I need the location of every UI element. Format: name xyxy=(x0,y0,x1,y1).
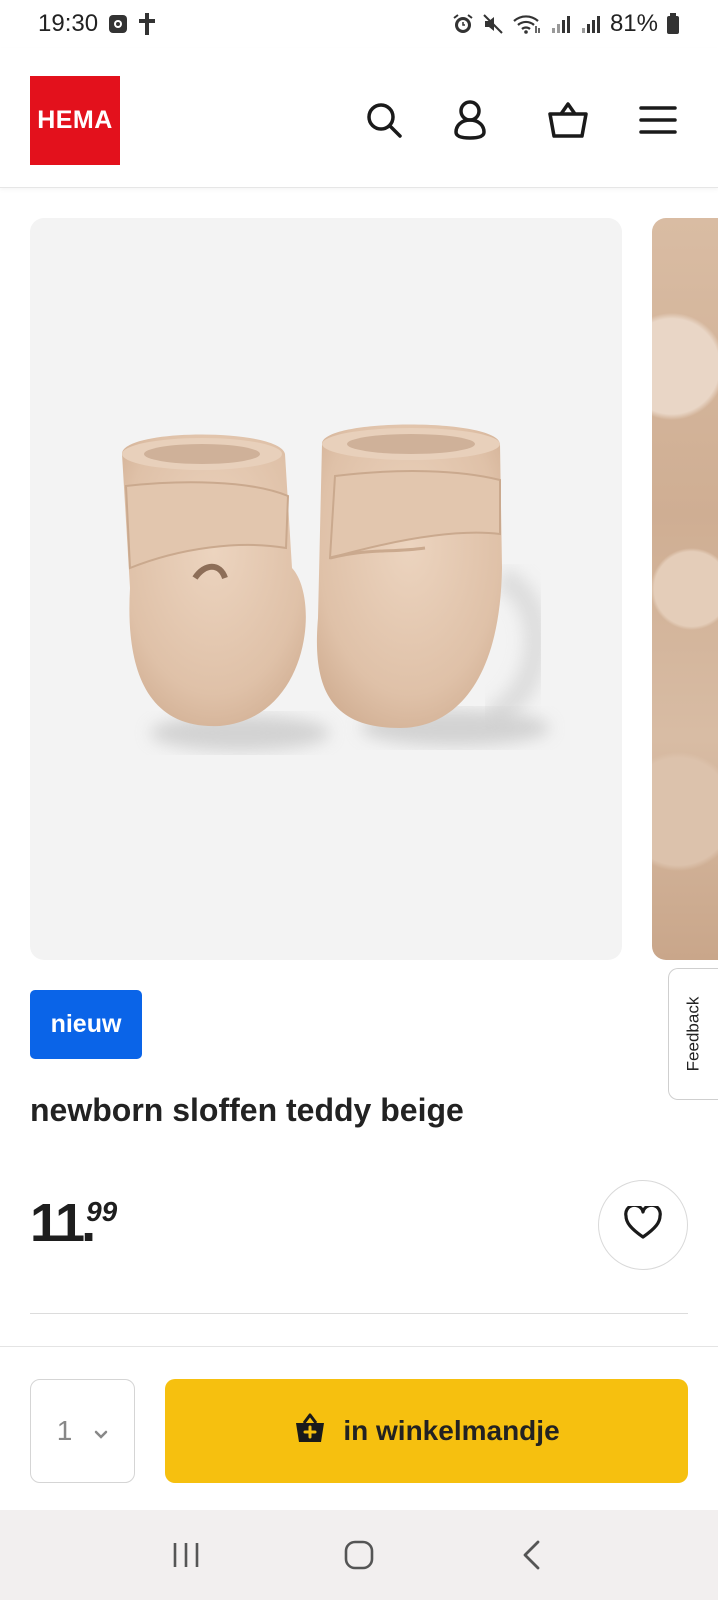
quantity-value: 1 xyxy=(56,1415,73,1446)
new-badge: nieuw xyxy=(30,990,142,1059)
next-product-image[interactable] xyxy=(652,218,718,960)
buy-bar: 1 in winkelmandje xyxy=(0,1346,718,1510)
product-price: 11 . 99 xyxy=(30,1196,117,1250)
signal-icon xyxy=(550,14,572,34)
menu-icon[interactable] xyxy=(636,98,680,142)
chevron-down-icon xyxy=(94,1415,108,1447)
cross-icon xyxy=(138,12,156,36)
status-time: 19:30 xyxy=(38,10,99,37)
site-header: HEMA xyxy=(0,48,718,188)
back-icon[interactable] xyxy=(502,1525,562,1585)
status-right: 81% xyxy=(452,10,680,38)
battery-percent: 81% xyxy=(609,10,658,37)
search-icon[interactable] xyxy=(362,98,406,142)
account-icon[interactable] xyxy=(448,98,492,142)
recent-apps-icon[interactable] xyxy=(156,1525,216,1585)
add-to-cart-label: in winkelmandje xyxy=(343,1415,560,1446)
logo-text: HEMA xyxy=(37,106,113,134)
feedback-label: Feedback xyxy=(683,996,703,1072)
basket-icon[interactable] xyxy=(546,98,590,142)
add-to-cart-button[interactable]: in winkelmandje xyxy=(165,1379,688,1483)
status-left: 19:30 xyxy=(38,10,156,38)
hema-logo[interactable]: HEMA xyxy=(30,76,120,165)
alarm-icon xyxy=(452,13,474,35)
divider xyxy=(30,1313,688,1314)
status-bar: 19:30 81% xyxy=(0,0,718,48)
battery-icon xyxy=(666,13,680,35)
product-title: newborn sloffen teddy beige xyxy=(30,1092,464,1128)
price-main: 11 xyxy=(30,1193,85,1253)
product-image[interactable] xyxy=(30,218,622,960)
quantity-select[interactable]: 1 xyxy=(30,1379,135,1483)
basket-add-icon xyxy=(293,1411,327,1452)
screen-record-icon xyxy=(108,14,128,34)
system-nav-bar xyxy=(0,1510,718,1600)
price-cents: 99 xyxy=(86,1196,118,1227)
heart-icon xyxy=(624,1203,662,1245)
favorite-button[interactable] xyxy=(598,1180,688,1270)
mute-icon xyxy=(482,13,504,35)
signal-icon-2 xyxy=(580,14,602,34)
feedback-tab[interactable]: Feedback xyxy=(668,968,718,1100)
teddy-slippers-illustration xyxy=(122,424,550,751)
home-icon[interactable] xyxy=(329,1525,389,1585)
badge-label: nieuw xyxy=(50,1010,122,1038)
wifi-icon xyxy=(512,13,542,35)
